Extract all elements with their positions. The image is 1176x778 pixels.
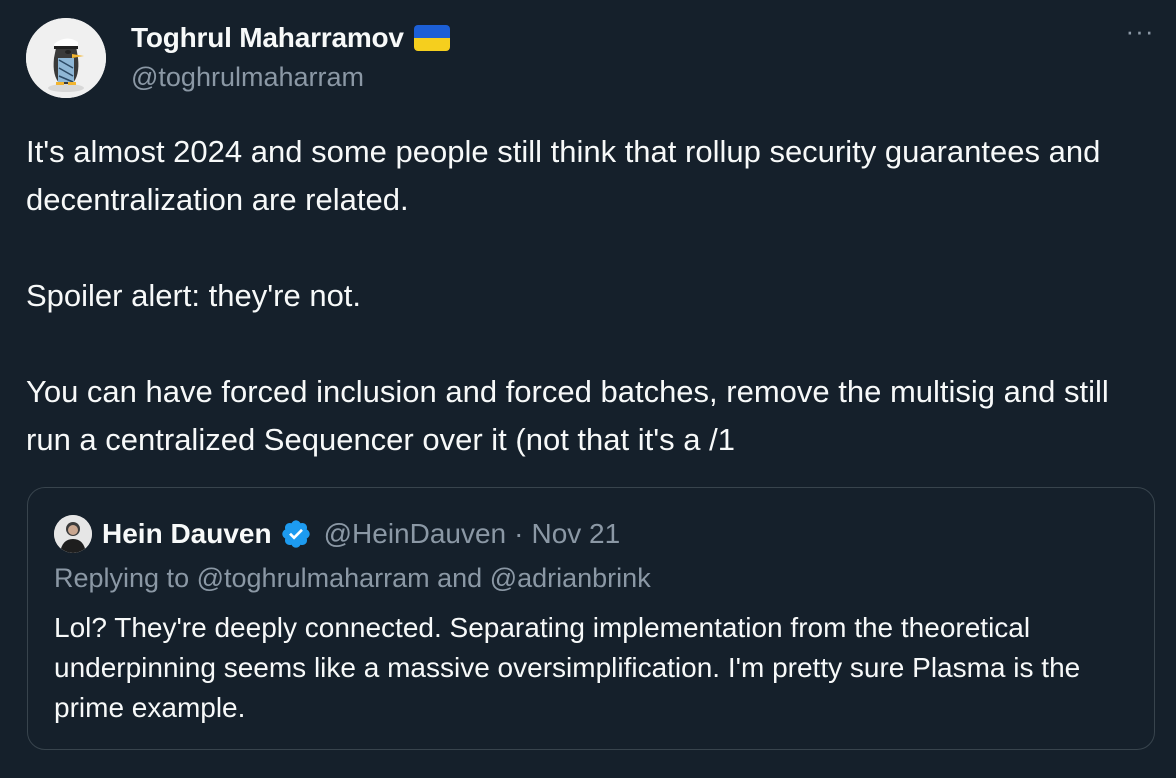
quote-author-name[interactable]: Hein Dauven [102, 518, 272, 550]
replying-to: Replying to @toghrulmaharram and @adrian… [54, 563, 651, 594]
quote-date[interactable]: Nov 21 [531, 518, 620, 550]
tweet-card[interactable]: Toghrul Maharramov @toghrulmaharram ··· … [0, 0, 1176, 778]
mention-link[interactable]: @adrianbrink [490, 563, 651, 593]
quote-author-avatar[interactable] [54, 515, 92, 553]
quoted-tweet[interactable]: Hein Dauven @HeinDauven · Nov 21 Replyin… [27, 487, 1155, 750]
tweet-text: It's almost 2024 and some people still t… [26, 128, 1146, 464]
tweet-paragraph: Spoiler alert: they're not. [26, 278, 362, 313]
replying-and: and [437, 563, 483, 593]
more-options-icon[interactable]: ··· [1124, 18, 1156, 48]
penguin-avatar-icon [26, 18, 106, 98]
author-name[interactable]: Toghrul Maharramov [131, 22, 404, 54]
tweet-paragraph: It's almost 2024 and some people still t… [26, 134, 1101, 217]
ukraine-flag-icon [413, 25, 450, 51]
mention-link[interactable]: @toghrulmaharram [197, 563, 430, 593]
author-avatar[interactable] [26, 18, 106, 98]
author-name-row[interactable]: Toghrul Maharramov [131, 22, 450, 54]
quote-text: Lol? They're deeply connected. Separatin… [54, 612, 1081, 723]
person-avatar-icon [54, 515, 92, 553]
tweet-paragraph: You can have forced inclusion and forced… [26, 374, 1109, 457]
replying-prefix: Replying to [54, 563, 190, 593]
author-handle[interactable]: @toghrulmaharram [131, 62, 364, 93]
quote-author-handle[interactable]: @HeinDauven [324, 518, 507, 550]
verified-badge-icon [281, 520, 310, 548]
separator-dot: · [514, 518, 524, 549]
quote-header: Hein Dauven @HeinDauven · Nov 21 [102, 515, 620, 553]
